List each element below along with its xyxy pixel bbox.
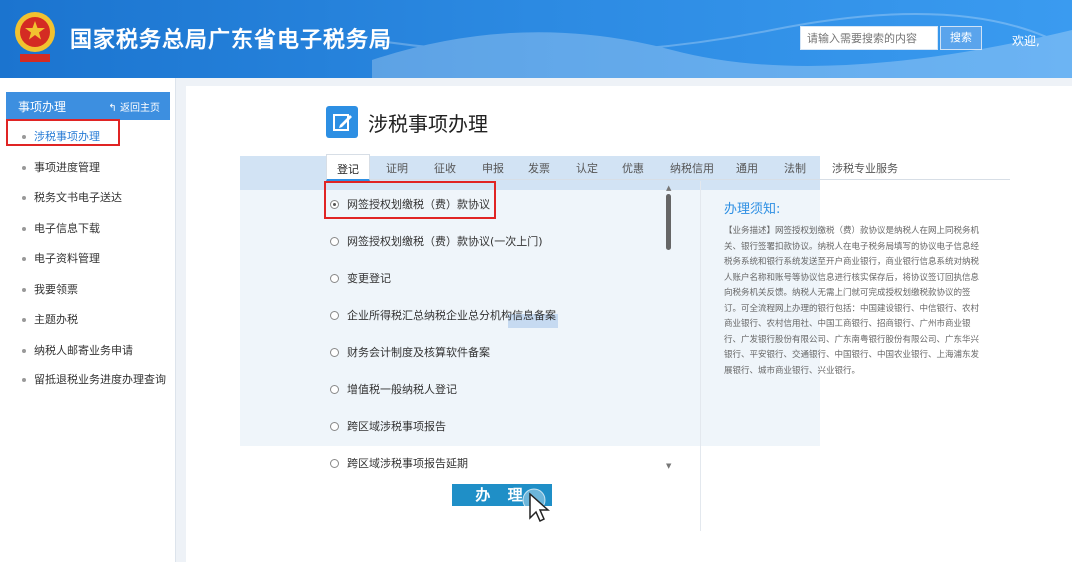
- option-label: 跨区域涉税事项报告: [347, 420, 446, 433]
- option-label: 增值税一般纳税人登记: [347, 383, 457, 396]
- radio-icon[interactable]: [330, 311, 339, 320]
- sidebar-item-label: 税务文书电子送达: [34, 191, 122, 204]
- sidebar-menu: 涉税事项办理 事项进度管理 税务文书电子送达 电子信息下载 电子资料管理 我要领…: [6, 122, 170, 406]
- category-tabs: 登记 证明 征收 申报 发票 认定 优惠 纳税信用 通用 法制 涉税专业服务: [326, 154, 1010, 181]
- sidebar-item-label: 电子资料管理: [34, 252, 100, 265]
- page-title: 涉税事项办理: [368, 112, 488, 136]
- sidebar-item-refund-query[interactable]: 留抵退税业务进度办理查询: [6, 366, 170, 406]
- option-item[interactable]: 变更登记: [330, 270, 391, 286]
- sidebar: 事项办理 ↰ 返回主页 涉税事项办理 事项进度管理 税务文书电子送达 电子信息下…: [0, 78, 176, 562]
- option-item[interactable]: 增值税一般纳税人登记: [330, 381, 457, 397]
- option-label: 企业所得税汇总纳税企业总分机构信息备案: [347, 309, 556, 322]
- bullet-icon: [22, 348, 26, 353]
- option-item[interactable]: 企业所得税汇总纳税企业总分机构信息备案: [330, 307, 556, 323]
- sidebar-item-label: 电子信息下载: [34, 221, 100, 235]
- option-item[interactable]: 跨区域涉税事项报告: [330, 418, 446, 434]
- radio-icon[interactable]: [330, 422, 339, 431]
- tab-credit[interactable]: 纳税信用: [670, 160, 714, 176]
- edit-icon: [326, 106, 358, 138]
- sidebar-item-download[interactable]: 电子信息下载: [6, 214, 170, 245]
- tab-certificate[interactable]: 证明: [386, 160, 408, 176]
- list-scrollbar[interactable]: ▲ ▼: [664, 184, 674, 470]
- option-item[interactable]: 网签授权划缴税（费）款协议(一次上门): [330, 233, 543, 249]
- bullet-icon: [22, 378, 26, 382]
- option-label: 网签授权划缴税（费）款协议(一次上门): [347, 235, 543, 248]
- highlight-box: [324, 181, 496, 219]
- tab-professional-service[interactable]: 涉税专业服务: [832, 160, 898, 176]
- sidebar-item-label: 留抵退税业务进度办理查询: [34, 373, 166, 386]
- search-input[interactable]: [800, 26, 938, 50]
- notice-text: 【业务描述】网签授权划缴税（费）款协议是纳税人在网上同税务机关、银行签署扣款协议…: [724, 226, 980, 376]
- sidebar-item-label: 主题办税: [34, 313, 78, 326]
- matter-option-list: 网签授权划缴税（费）款协议 网签授权划缴税（费）款协议(一次上门) 变更登记 企…: [326, 184, 676, 474]
- tab-invoice[interactable]: 发票: [528, 160, 550, 176]
- sidebar-item-label: 纳税人邮寄业务申请: [34, 343, 133, 357]
- main-panel: 涉税事项办理 登记 证明 征收 申报 发票 认定 优惠 纳税信用 通用 法制 涉…: [186, 86, 1072, 562]
- bullet-icon: [22, 226, 26, 231]
- tab-declaration[interactable]: 申报: [482, 160, 504, 176]
- sidebar-item-label: 事项进度管理: [34, 160, 100, 174]
- sidebar-item-label: 我要领票: [34, 282, 78, 296]
- tab-legal[interactable]: 法制: [784, 160, 806, 176]
- option-label: 变更登记: [347, 272, 391, 285]
- notice-title: 办理须知:: [724, 202, 781, 217]
- sidebar-item-invoice[interactable]: 我要领票: [6, 275, 170, 306]
- tab-general[interactable]: 通用: [736, 160, 758, 176]
- tax-emblem-icon: [15, 12, 55, 62]
- radio-icon[interactable]: [330, 459, 339, 468]
- option-label: 财务会计制度及核算软件备案: [347, 346, 490, 359]
- sidebar-item-theme[interactable]: 主题办税: [6, 305, 170, 336]
- sidebar-title: 事项办理: [18, 100, 67, 114]
- sidebar-item-e-documents[interactable]: 电子资料管理: [6, 244, 170, 275]
- radio-icon[interactable]: [330, 274, 339, 283]
- sidebar-item-progress[interactable]: 事项进度管理: [6, 153, 170, 184]
- scroll-up-icon[interactable]: ▲: [666, 184, 671, 192]
- panel-divider: [700, 181, 701, 531]
- radio-icon[interactable]: [330, 385, 339, 394]
- bullet-icon: [22, 196, 26, 200]
- bullet-icon: [22, 318, 26, 322]
- site-header: 国家税务总局广东省电子税务局 搜索 欢迎,: [0, 0, 1072, 78]
- option-item[interactable]: 财务会计制度及核算软件备案: [330, 344, 490, 360]
- option-item[interactable]: 跨区域涉税事项报告延期: [330, 455, 468, 471]
- search-button[interactable]: 搜索: [940, 26, 982, 50]
- bullet-icon: [22, 165, 26, 170]
- highlight-box: [6, 119, 120, 146]
- sidebar-item-mail[interactable]: 纳税人邮寄业务申请: [6, 336, 170, 367]
- scroll-down-icon[interactable]: ▼: [666, 462, 671, 470]
- back-home-link[interactable]: ↰ 返回主页: [108, 99, 160, 114]
- tab-recognition[interactable]: 认定: [576, 160, 598, 176]
- bullet-icon: [22, 257, 26, 261]
- radio-icon[interactable]: [330, 237, 339, 246]
- site-title: 国家税务总局广东省电子税务局: [70, 28, 393, 53]
- option-label: 跨区域涉税事项报告延期: [347, 457, 468, 470]
- radio-icon[interactable]: [330, 348, 339, 357]
- scroll-thumb[interactable]: [666, 194, 671, 250]
- sidebar-item-e-delivery[interactable]: 税务文书电子送达: [6, 183, 170, 214]
- tab-collection[interactable]: 征收: [434, 160, 456, 176]
- back-arrow-icon: ↰: [108, 103, 117, 114]
- tab-preference[interactable]: 优惠: [622, 160, 644, 176]
- sidebar-header: 事项办理 ↰ 返回主页: [6, 92, 170, 120]
- tab-registration[interactable]: 登记: [326, 154, 370, 181]
- welcome-text: 欢迎,: [1012, 34, 1040, 48]
- mouse-pointer-icon: [522, 488, 550, 523]
- bullet-icon: [22, 287, 26, 292]
- back-home-label: 返回主页: [120, 103, 160, 114]
